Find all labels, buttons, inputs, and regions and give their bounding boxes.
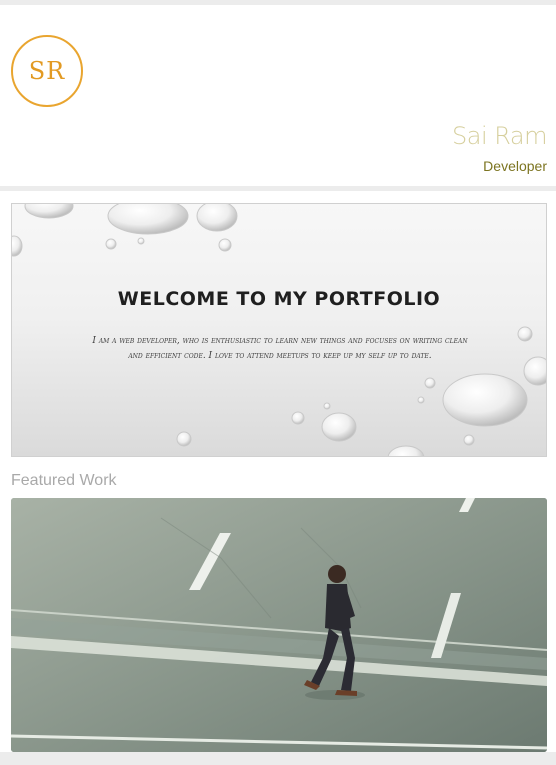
bottom-strip — [0, 752, 556, 765]
banner-text: I am a web developer, who is enthusiasti… — [92, 336, 468, 361]
profile-name: Sai Ram — [452, 122, 547, 150]
header: SR Sai Ram Developer — [0, 5, 556, 186]
page: SR Sai Ram Developer WELCOME TO MY PORTF… — [0, 0, 556, 765]
header-divider — [0, 186, 556, 191]
featured-work-image[interactable] — [11, 498, 547, 752]
welcome-banner: WELCOME TO MY PORTFOLIO I am a web devel… — [11, 203, 547, 457]
monogram-logo[interactable]: SR — [11, 35, 83, 107]
banner-title: WELCOME TO MY PORTFOLIO — [117, 288, 441, 310]
monogram-text: SR — [28, 57, 66, 85]
profile-role: Developer — [483, 158, 547, 174]
road-walker-illustration — [11, 498, 547, 752]
water-drops-illustration — [12, 204, 546, 456]
featured-work-title: Featured Work — [11, 472, 117, 489]
